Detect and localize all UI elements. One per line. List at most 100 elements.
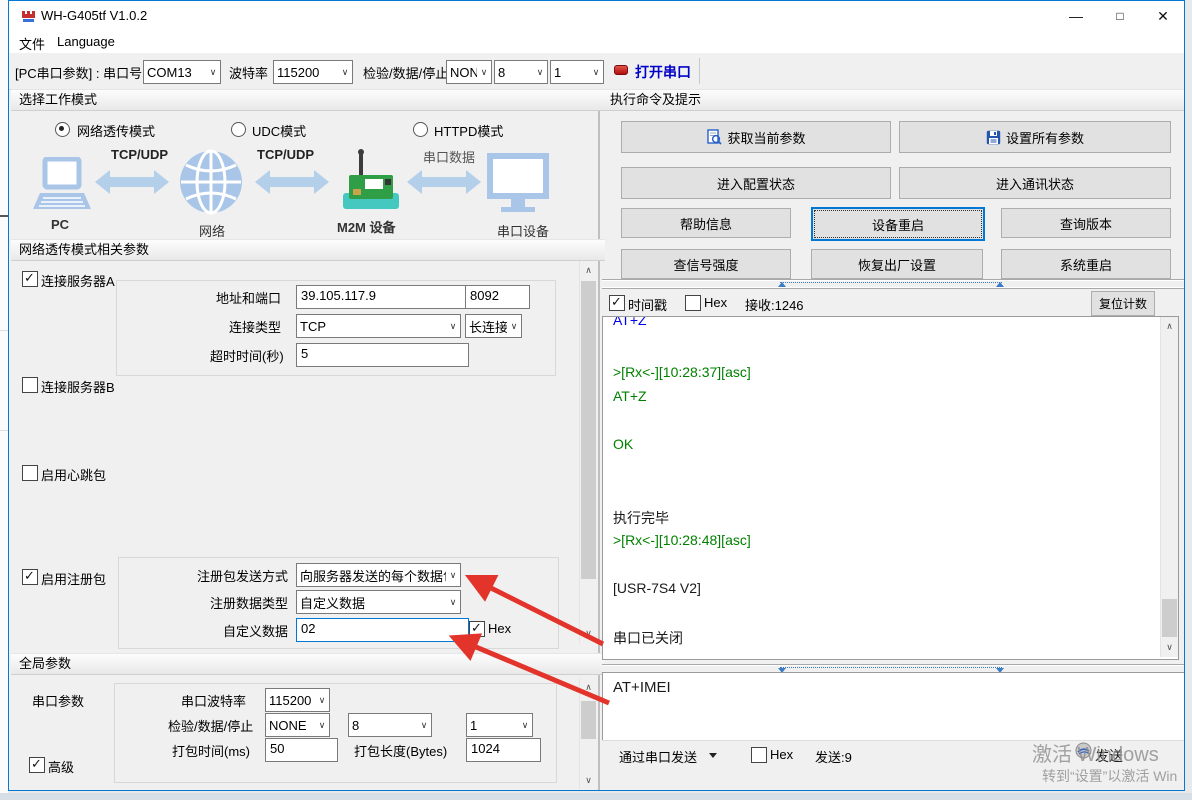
regpack-checkbox[interactable] <box>22 569 38 585</box>
scroll-up-icon[interactable]: ∧ <box>580 265 597 276</box>
custom-data-label: 自定义数据 <box>223 621 288 640</box>
radio-httpd[interactable] <box>413 122 428 137</box>
maximize-button[interactable]: □ <box>1098 1 1142 31</box>
activate-windows-hint: 转到“设置”以激活 Win <box>1042 766 1177 786</box>
enter-config-button[interactable]: 进入配置状态 <box>621 167 891 199</box>
menu-language[interactable]: Language <box>57 34 115 49</box>
serial-device-label: 串口设备 <box>497 221 549 240</box>
custom-data-input[interactable]: 02 <box>296 618 469 642</box>
global-databits-select[interactable]: 8∨ <box>348 713 432 737</box>
conn-type-select[interactable]: TCP∨ <box>296 314 461 338</box>
background-left-strip <box>0 0 8 800</box>
collapse-up-icon[interactable] <box>778 282 786 287</box>
global-scrollbar[interactable]: ∧ ∨ <box>579 679 597 789</box>
global-baud-select[interactable]: 115200∨ <box>265 688 330 712</box>
conn-mode-select[interactable]: 长连接∨ <box>465 314 522 338</box>
server-b-checkbox[interactable] <box>22 377 38 393</box>
radio-httpd-label[interactable]: HTTPD模式 <box>434 121 503 140</box>
advanced-checkbox[interactable] <box>29 757 45 773</box>
scroll-down-icon[interactable]: ∨ <box>580 775 597 786</box>
server-a-checkbox[interactable] <box>22 271 38 287</box>
timeout-input[interactable]: 5 <box>296 343 469 367</box>
server-a-label: 连接服务器A <box>41 271 115 290</box>
conn-type-label: 连接类型 <box>229 317 281 336</box>
system-reboot-button[interactable]: 系统重启 <box>1001 249 1171 279</box>
radio-net-transparent-label[interactable]: 网络透传模式 <box>77 121 155 140</box>
radio-net-transparent[interactable] <box>55 122 70 137</box>
log-line: [USR-7S4 V2] <box>613 580 701 596</box>
set-params-button[interactable]: 设置所有参数 <box>899 121 1171 153</box>
net-scrollbar[interactable]: ∧ ∨ <box>579 261 597 643</box>
server-port-input[interactable]: 8092 <box>465 285 530 309</box>
window-title: WH-G405tf V1.0.2 <box>41 8 147 23</box>
scroll-up-icon[interactable]: ∧ <box>1161 321 1178 332</box>
query-version-button[interactable]: 查询版本 <box>1001 208 1171 238</box>
scrollbar-thumb[interactable] <box>1162 599 1177 637</box>
timestamp-checkbox[interactable] <box>609 295 625 311</box>
com-port-select[interactable]: COM13∨ <box>143 60 221 84</box>
log-line: 串口已关闭 <box>613 628 683 648</box>
link3-label: 串口数据 <box>423 147 475 166</box>
log-line: 执行完毕 <box>613 508 669 528</box>
chevron-down-icon: ∨ <box>315 695 329 706</box>
menu-bar: 文件 Language <box>9 31 1184 54</box>
open-port-button[interactable]: 打开串口 <box>635 62 691 82</box>
global-parity-label: 检验/数据/停止 <box>168 716 253 735</box>
regpack-sendmode-label: 注册包发送方式 <box>197 566 288 585</box>
m2m-label: M2M 设备 <box>337 217 396 236</box>
splitter-handle[interactable] <box>780 282 1002 287</box>
parity-select[interactable]: NONI∨ <box>446 60 492 84</box>
pack-len-label: 打包长度(Bytes) <box>354 741 447 760</box>
send-hex-checkbox[interactable] <box>751 747 767 763</box>
signal-strength-button[interactable]: 查信号强度 <box>621 249 791 279</box>
radio-udc[interactable] <box>231 122 246 137</box>
close-button[interactable]: ✕ <box>1141 1 1185 31</box>
serial-device-monitor-icon <box>487 153 549 215</box>
databits-select[interactable]: 8∨ <box>494 60 548 84</box>
send-via-serial-dropdown[interactable]: 通过串口发送 <box>619 747 697 766</box>
reset-count-button[interactable]: 复位计数 <box>1091 291 1155 316</box>
pack-len-input[interactable]: 1024 <box>466 738 541 762</box>
scroll-up-icon[interactable]: ∧ <box>580 682 597 693</box>
menu-file[interactable]: 文件 <box>19 34 45 53</box>
device-reboot-button[interactable]: 设备重启 <box>811 207 985 241</box>
regpack-hex-checkbox[interactable] <box>469 621 485 637</box>
scroll-down-icon[interactable]: ∨ <box>1161 642 1178 653</box>
get-params-button[interactable]: 获取当前参数 <box>621 121 891 153</box>
search-doc-icon <box>706 129 722 145</box>
heartbeat-label: 启用心跳包 <box>41 465 106 484</box>
global-stopbits-select[interactable]: 1∨ <box>466 713 533 737</box>
scrollbar-thumb[interactable] <box>581 701 596 739</box>
global-parity-select[interactable]: NONE∨ <box>265 713 330 737</box>
panel-divider <box>598 89 600 791</box>
heartbeat-checkbox[interactable] <box>22 465 38 481</box>
send-input-box[interactable]: AT+IMEI <box>602 672 1185 742</box>
title-bar[interactable]: WH-G405tf V1.0.2 — □ ✕ <box>9 1 1184 31</box>
regpack-sendmode-select[interactable]: 向服务器发送的每个数据包∨ <box>296 563 461 587</box>
pc-laptop-icon <box>31 157 93 215</box>
scrollbar-thumb[interactable] <box>581 281 596 579</box>
splitter-top[interactable] <box>602 279 1185 289</box>
help-button[interactable]: 帮助信息 <box>621 208 791 238</box>
chevron-down-icon: ∨ <box>315 720 329 731</box>
log-hex-checkbox[interactable] <box>685 295 701 311</box>
regdata-type-select[interactable]: 自定义数据∨ <box>296 590 461 614</box>
enter-comm-button[interactable]: 进入通讯状态 <box>899 167 1171 199</box>
scroll-down-icon[interactable]: ∨ <box>580 628 597 639</box>
link1-label: TCP/UDP <box>111 147 168 162</box>
addr-port-label: 地址和端口 <box>216 288 281 307</box>
baud-select[interactable]: 115200∨ <box>273 60 353 84</box>
server-address-input[interactable]: 39.105.117.9 <box>296 285 469 309</box>
stopbits-select[interactable]: 1∨ <box>550 60 604 84</box>
log-output[interactable]: AT+Z >[Rx<-][10:28:37][asc] AT+Z OK 执行完毕… <box>602 316 1179 660</box>
radio-udc-label[interactable]: UDC模式 <box>252 121 306 140</box>
factory-reset-button[interactable]: 恢复出厂设置 <box>811 249 983 279</box>
pack-time-input[interactable]: 50 <box>265 738 338 762</box>
minimize-button[interactable]: — <box>1054 1 1098 31</box>
collapse-up-icon[interactable] <box>996 282 1004 287</box>
regdata-type-label: 注册数据类型 <box>210 593 288 612</box>
dropdown-arrow-icon[interactable] <box>709 753 717 758</box>
log-line: AT+Z <box>613 388 647 404</box>
pc-label: PC <box>51 217 69 232</box>
log-scrollbar[interactable]: ∧ ∨ <box>1160 317 1178 657</box>
